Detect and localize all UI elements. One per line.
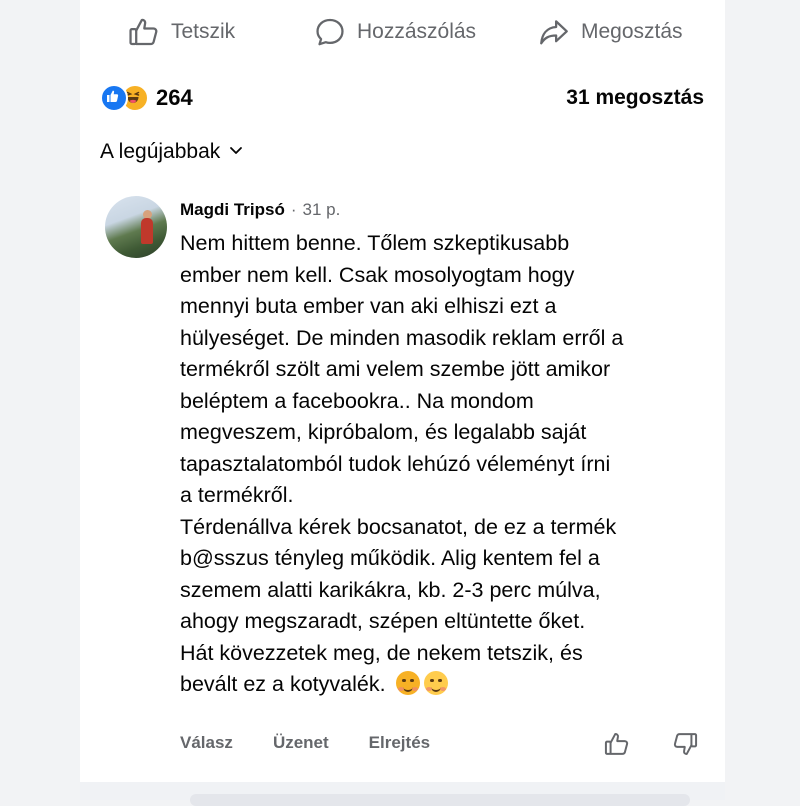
separator-dot: · [290,200,297,219]
comment-header: Magdi Tripsó · 31 p. [180,200,340,220]
share-button[interactable]: Megosztás [537,14,683,50]
comment-author[interactable]: Magdi Tripsó [180,200,285,220]
thumbs-up-icon [127,15,161,49]
share-arrow-icon [537,15,571,49]
hide-button[interactable]: Elrejtés [369,733,430,753]
comment-button-label: Hozzászólás [357,20,477,43]
comment-line: tapasztalatomból tudok lehúzó véleményt … [180,451,611,476]
comment-line: Térdenállva kérek bocsanatot, de ez a te… [180,514,617,539]
comment-actions: Válasz Üzenet Elrejtés [180,733,430,753]
comment-bubble-icon [313,15,347,49]
comment-line: mennyi buta ember van aki elhiszi ezt a [180,294,557,318]
avatar[interactable] [105,196,167,258]
comment-line: ember nem kell. Csak mosolyogtam hogy [180,262,575,287]
comment-line: termékről szölt ami velem szembe jött am… [180,357,611,381]
comment-line: szemem alatti karikákra, kb. 2-3 perc mú… [180,577,601,602]
comment-last-line: bevált ez a kotyvalék. [180,669,720,701]
reaction-count: 264 [156,85,193,110]
comment-line: Nem hittem benne. Tőlem szkeptikusabb [180,231,570,255]
comment-line: megveszem, kipróbalom, és legalabb saját [180,420,587,444]
comment-line: b@sszus tényleg működik. Alig kentem fel… [180,546,600,570]
reaction-summary[interactable]: 264 [100,84,193,112]
write-comment-bar[interactable] [190,794,690,806]
comment-text: Nem hittem benne. Tőlem szkeptikusabb em… [180,228,720,701]
comment-line: bevált ez a kotyvalék. [180,672,386,696]
hand-over-mouth-emoji-icon [395,671,420,695]
share-button-label: Megosztás [581,20,683,43]
comment-line: ahogy megszaradt, szépen eltüntette őket… [180,609,586,633]
like-button[interactable]: Tetszik [127,14,235,50]
share-count[interactable]: 31 megosztás [566,86,704,110]
avatar-person [141,218,153,244]
message-button[interactable]: Üzenet [273,733,329,753]
comment-line: a termékről. [180,483,294,507]
comment-line: hülyeséget. De minden masodik reklam err… [180,325,624,350]
comment-sort-dropdown[interactable]: A legújabbak [100,140,244,164]
comment-button[interactable]: Hozzászólás [313,14,476,50]
reply-button[interactable]: Válasz [180,733,233,753]
like-icon [100,84,128,112]
comment-line: Hát kövezzetek meg, de nekem tetszik, és [180,640,583,665]
chevron-down-icon [228,140,244,164]
like-button-label: Tetszik [171,20,236,43]
smiling-blush-emoji-icon [423,671,448,695]
comment-line: beléptem a facebookra.. Na mondom [180,388,534,413]
comment-like-icon[interactable] [603,730,631,763]
comment-timestamp[interactable]: 31 p. [303,200,341,220]
comment-dislike-icon[interactable] [671,730,699,763]
sort-label: A legújabbak [100,140,221,163]
